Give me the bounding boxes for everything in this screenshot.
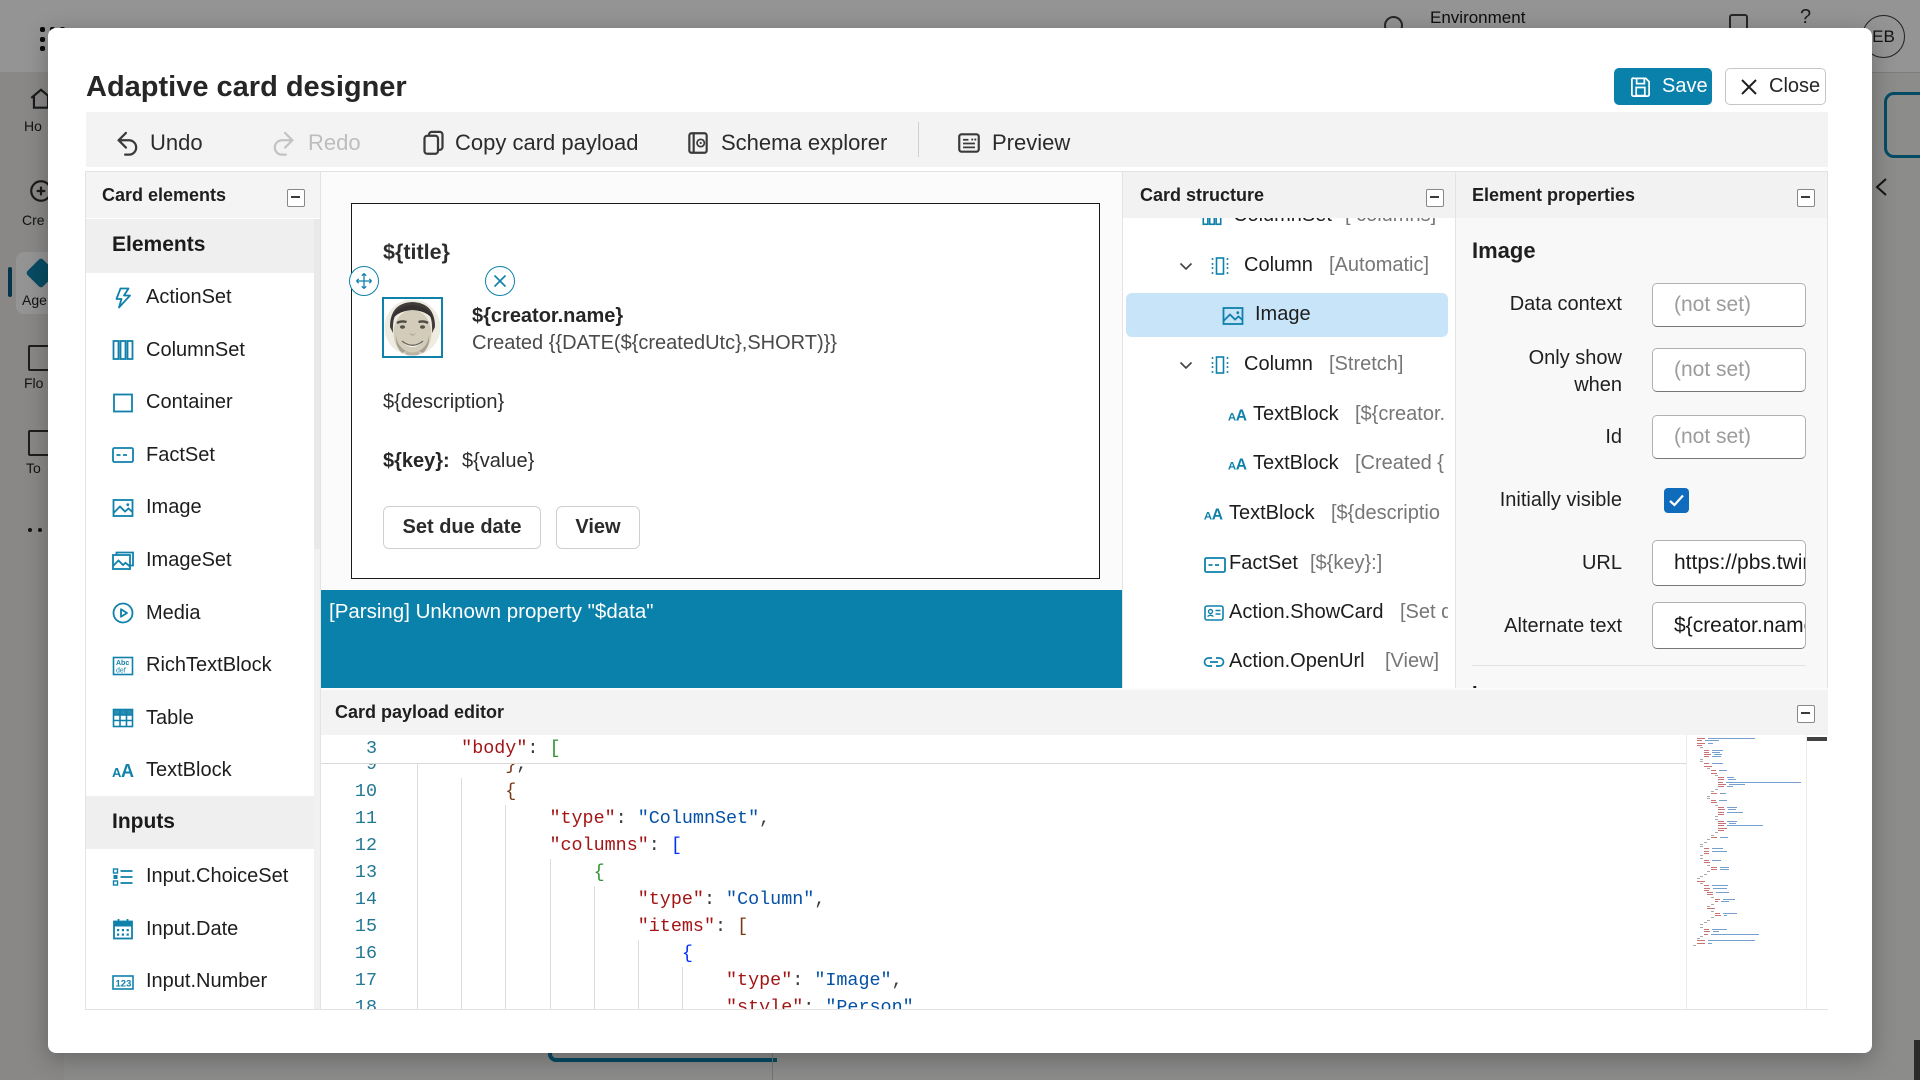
svg-text:def: def <box>116 668 126 675</box>
svg-text:A: A <box>121 761 134 781</box>
svg-text:Abc: Abc <box>116 660 129 667</box>
svg-text:A: A <box>1236 457 1247 474</box>
svg-text:A: A <box>1236 408 1247 425</box>
svg-text:123: 123 <box>116 979 132 990</box>
svg-text:A: A <box>1212 507 1223 524</box>
